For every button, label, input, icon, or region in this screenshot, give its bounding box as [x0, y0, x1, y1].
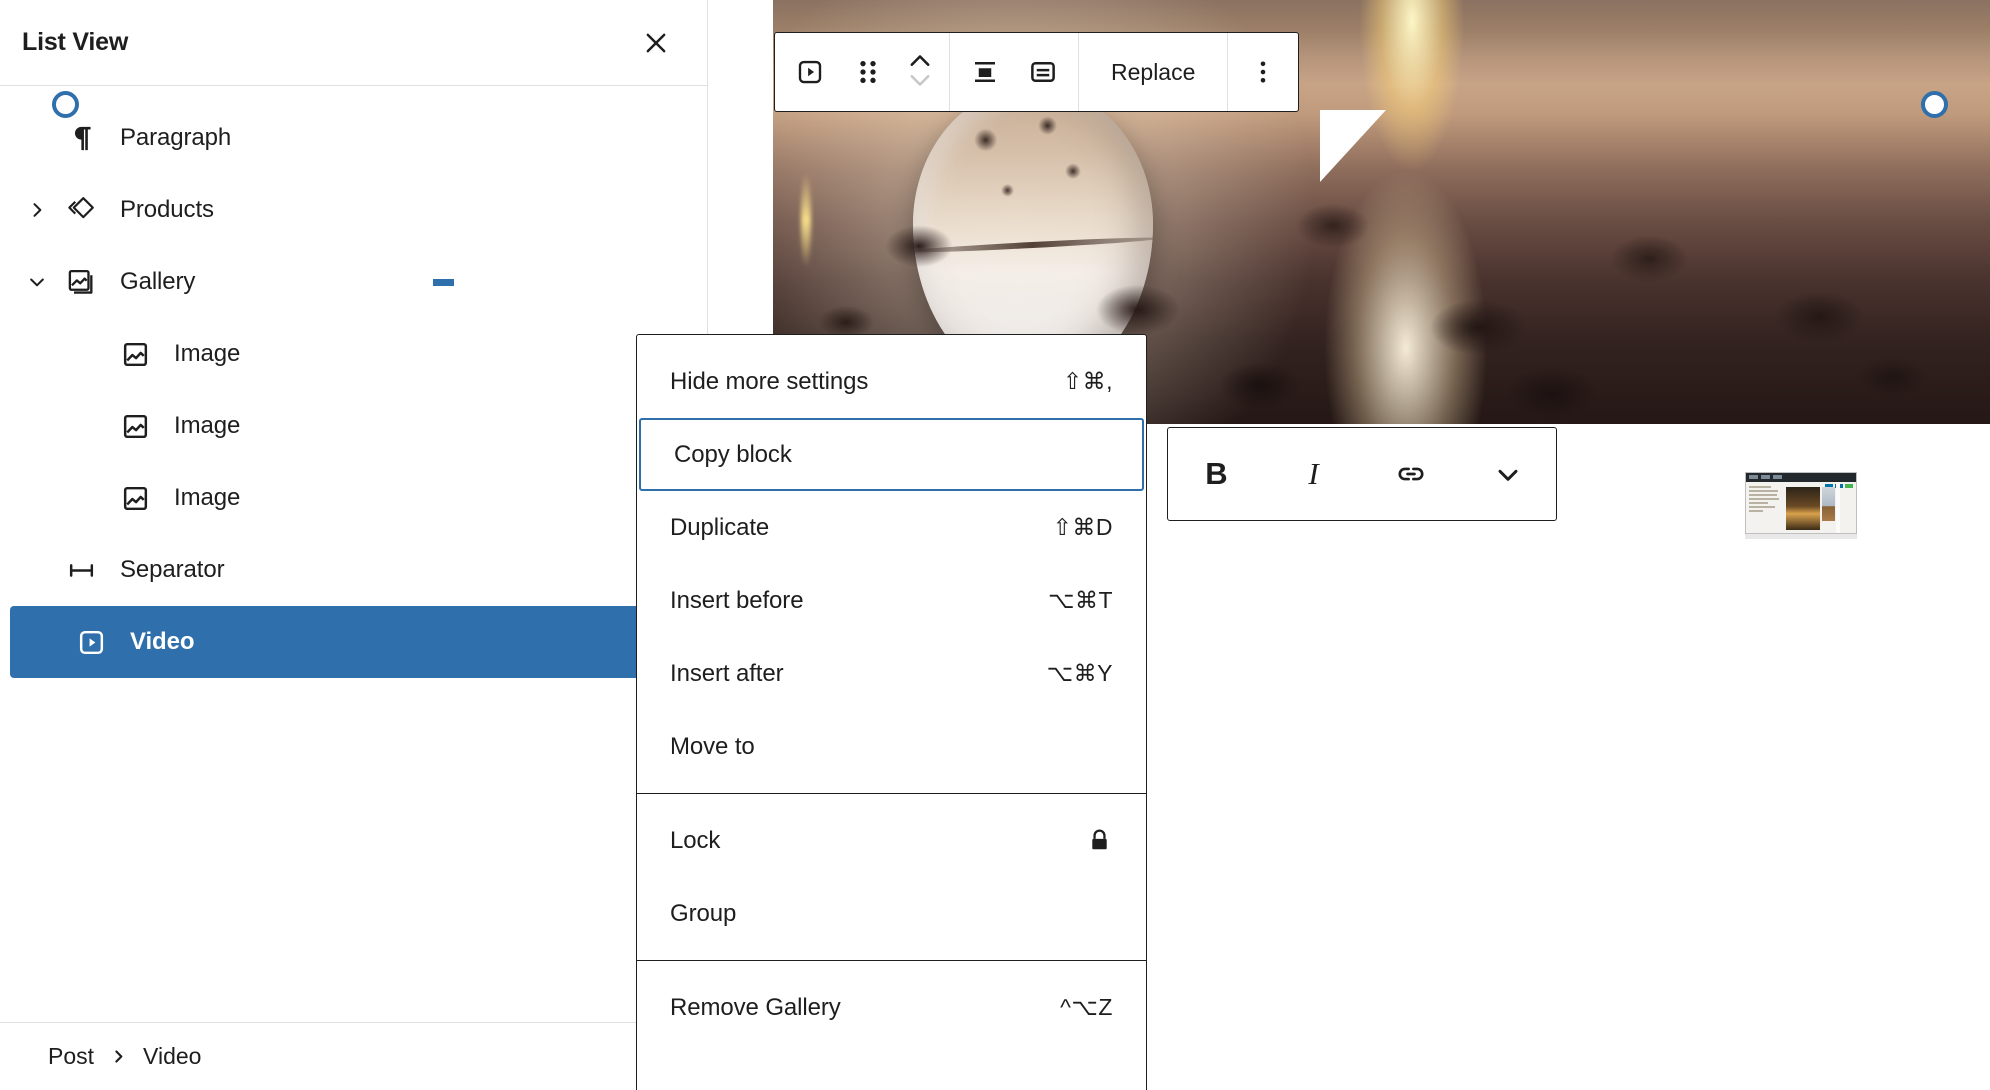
- lock-icon: [1086, 827, 1113, 854]
- menu-item-shortcut: ^⌥Z: [1060, 994, 1113, 1021]
- sidebar-item-label: Products: [120, 196, 214, 224]
- toolbar-pointer-tail: [1320, 110, 1386, 182]
- sidebar-item-image-3[interactable]: Image: [0, 318, 707, 390]
- lens-flare-decoration: [801, 172, 811, 268]
- image-icon: [118, 409, 152, 443]
- sidebar-item-label: Paragraph: [120, 124, 231, 152]
- block-options-menu: Hide more settings ⇧⌘, Copy block Duplicate…: [636, 334, 1147, 1090]
- menu-item-label: Move to: [670, 733, 755, 761]
- menu-item-label: Copy block: [674, 441, 792, 469]
- sidebar-item-label: Separator: [120, 556, 225, 584]
- image-icon: [118, 481, 152, 515]
- menu-item-label: Remove Gallery: [670, 994, 841, 1022]
- image-icon: [118, 337, 152, 371]
- sidebar-item-products[interactable]: Products: [0, 174, 707, 246]
- replace-button[interactable]: Replace: [1085, 35, 1221, 109]
- menu-section-0: Hide more settings ⇧⌘, Copy block Duplicate…: [637, 335, 1146, 793]
- menu-item-move-to[interactable]: Move to: [637, 710, 1146, 783]
- sidebar-item-label: Image: [174, 484, 240, 512]
- caption-icon[interactable]: [1014, 35, 1072, 109]
- menu-section-2: Remove Gallery ^⌥Z: [637, 960, 1146, 1054]
- thumbnail-admin-bar: [1746, 473, 1856, 482]
- menu-item-label: Duplicate: [670, 514, 769, 542]
- menu-item-insert-before[interactable]: Insert before ⌥⌘T: [637, 564, 1146, 637]
- page-title: List View: [22, 28, 128, 57]
- close-icon[interactable]: [633, 20, 679, 66]
- menu-item-shortcut: ⌥⌘T: [1048, 587, 1113, 614]
- sidebar-item-label: Image: [174, 340, 240, 368]
- block-toolbar: Replace: [774, 32, 1299, 112]
- menu-item-insert-after[interactable]: Insert after ⌥⌘Y: [637, 637, 1146, 710]
- thumbnail-shadow: [1745, 534, 1857, 539]
- menu-item-duplicate[interactable]: Duplicate ⇧⌘D: [637, 491, 1146, 564]
- menu-item-hide-more-settings[interactable]: Hide more settings ⇧⌘,: [637, 345, 1146, 418]
- resize-handle-right[interactable]: [1921, 91, 1948, 118]
- chevron-right-icon[interactable]: [20, 200, 54, 220]
- menu-item-label: Hide more settings: [670, 368, 868, 396]
- products-icon: [64, 193, 98, 227]
- menu-item-shortcut: ⇧⌘,: [1063, 368, 1113, 395]
- chevron-down-icon[interactable]: [20, 272, 54, 292]
- menu-section-1: Lock Group: [637, 793, 1146, 960]
- menu-item-label: Insert after: [670, 660, 784, 688]
- paragraph-icon: [64, 121, 98, 155]
- menu-item-label: Insert before: [670, 587, 803, 615]
- block-toolbar-group-block: [775, 33, 950, 111]
- three-dots-vertical-icon[interactable]: [421, 260, 465, 304]
- drag-handle-icon[interactable]: [839, 35, 897, 109]
- breadcrumb-item-post[interactable]: Post: [48, 1043, 94, 1070]
- breadcrumb: Post Video: [0, 1022, 708, 1090]
- editor-screen: List View Paragraph Products Gallery Image I…: [0, 0, 1990, 1090]
- chevron-right-icon: [110, 1048, 127, 1065]
- chevron-up-icon[interactable]: [906, 51, 934, 72]
- list-view-panel: List View Paragraph Products Gallery Image I…: [0, 0, 708, 1090]
- menu-item-group[interactable]: Group: [637, 877, 1146, 950]
- bold-button[interactable]: B: [1168, 429, 1265, 519]
- link-icon[interactable]: [1362, 429, 1459, 519]
- block-mover[interactable]: [897, 35, 943, 109]
- chevron-down-icon: [906, 72, 934, 93]
- sidebar-item-label: Video: [130, 628, 194, 656]
- menu-item-label: Lock: [670, 827, 720, 855]
- menu-item-label: Group: [670, 900, 736, 928]
- thumbnail-body: [1746, 482, 1823, 534]
- menu-item-copy-block[interactable]: Copy block: [639, 418, 1144, 491]
- video-block-icon[interactable]: [781, 35, 839, 109]
- menu-item-remove-gallery[interactable]: Remove Gallery ^⌥Z: [637, 971, 1146, 1044]
- block-toolbar-group-replace: Replace: [1079, 33, 1228, 111]
- block-list-tree: Paragraph Products Gallery Image Image Image S…: [0, 86, 707, 678]
- chevron-down-icon[interactable]: [1459, 429, 1556, 519]
- gallery-icon: [64, 265, 98, 299]
- separator-icon: [64, 553, 98, 587]
- three-dots-vertical-icon[interactable]: [1234, 35, 1292, 109]
- sidebar-item-label: Image: [174, 412, 240, 440]
- sidebar-item-image-5[interactable]: Image: [0, 462, 707, 534]
- screenshot-thumbnail[interactable]: [1745, 472, 1857, 534]
- sidebar-item-image-4[interactable]: Image: [0, 390, 707, 462]
- video-icon: [74, 625, 108, 659]
- sidebar-item-separator[interactable]: Separator: [0, 534, 707, 606]
- italic-button[interactable]: I: [1265, 429, 1362, 519]
- block-toolbar-group-align: [950, 33, 1079, 111]
- inline-format-toolbar: B I: [1167, 427, 1557, 521]
- menu-item-lock[interactable]: Lock: [637, 804, 1146, 877]
- align-bottom-icon[interactable]: [956, 35, 1014, 109]
- list-view-header: List View: [0, 0, 707, 86]
- menu-item-shortcut: ⌥⌘Y: [1047, 660, 1113, 687]
- menu-item-shortcut: ⇧⌘D: [1053, 514, 1113, 541]
- resize-handle-left[interactable]: [52, 91, 79, 118]
- sidebar-item-gallery[interactable]: Gallery: [0, 246, 707, 318]
- sidebar-item-label: Gallery: [120, 268, 195, 296]
- breadcrumb-item-video[interactable]: Video: [143, 1043, 201, 1070]
- sidebar-item-video[interactable]: Video: [10, 606, 646, 678]
- block-toolbar-group-options: [1228, 33, 1298, 111]
- sidebar-item-paragraph[interactable]: Paragraph: [0, 102, 707, 174]
